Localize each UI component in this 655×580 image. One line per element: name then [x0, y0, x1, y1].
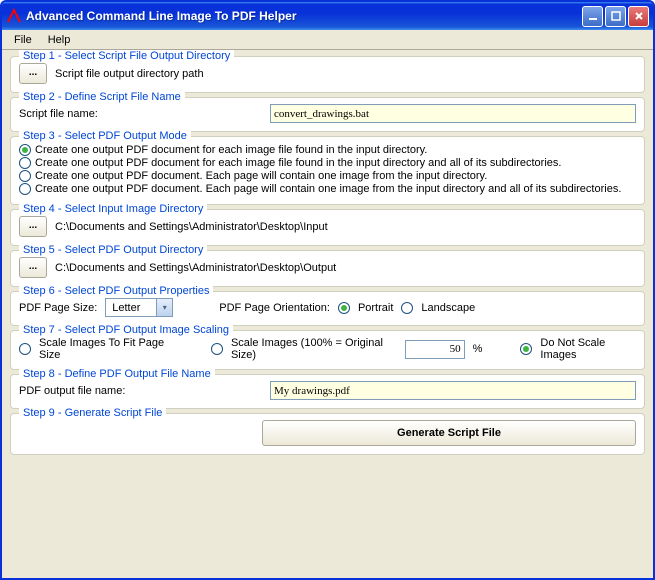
step5-group: Step 5 - Select PDF Output Directory ...…: [10, 250, 645, 287]
step2-title: Step 2 - Define Script File Name: [19, 91, 185, 103]
step1-browse-button[interactable]: ...: [19, 63, 47, 84]
app-icon: [6, 8, 22, 24]
scale-pct-radio[interactable]: [211, 343, 223, 355]
page-size-select[interactable]: Letter: [105, 298, 173, 317]
step9-group: Step 9 - Generate Script File Generate S…: [10, 413, 645, 455]
scale-none-label: Do Not Scale Images: [540, 337, 636, 361]
step2-group: Step 2 - Define Script File Name Script …: [10, 97, 645, 132]
content-area: Step 1 - Select Script File Output Direc…: [2, 50, 653, 578]
landscape-label: Landscape: [421, 302, 475, 314]
step9-title: Step 9 - Generate Script File: [19, 407, 166, 419]
window-controls: [582, 6, 649, 27]
step3-radio-3[interactable]: [19, 170, 31, 182]
step5-browse-button[interactable]: ...: [19, 257, 47, 278]
step2-label: Script file name:: [19, 108, 149, 120]
step1-group: Step 1 - Select Script File Output Direc…: [10, 56, 645, 93]
step7-group: Step 7 - Select PDF Output Image Scaling…: [10, 330, 645, 370]
step3-radio-4[interactable]: [19, 183, 31, 195]
step7-title: Step 7 - Select PDF Output Image Scaling: [19, 324, 233, 336]
chevron-down-icon: [156, 299, 172, 316]
menubar: File Help: [2, 30, 653, 50]
step4-path-label: C:\Documents and Settings\Administrator\…: [55, 221, 328, 233]
step6-group: Step 6 - Select PDF Output Properties PD…: [10, 291, 645, 326]
step3-opt2-label: Create one output PDF document for each …: [35, 157, 561, 169]
orientation-label: PDF Page Orientation:: [219, 302, 330, 314]
step8-label: PDF output file name:: [19, 385, 149, 397]
pct-suffix: %: [473, 343, 483, 355]
step3-opt3-label: Create one output PDF document. Each pag…: [35, 170, 487, 182]
menu-help[interactable]: Help: [40, 32, 79, 48]
scale-none-radio[interactable]: [520, 343, 532, 355]
step3-group: Step 3 - Select PDF Output Mode Create o…: [10, 136, 645, 205]
titlebar: Advanced Command Line Image To PDF Helpe…: [2, 2, 653, 30]
main-window: Advanced Command Line Image To PDF Helpe…: [0, 0, 655, 580]
step3-opt1-label: Create one output PDF document for each …: [35, 144, 427, 156]
page-size-label: PDF Page Size:: [19, 302, 97, 314]
close-button[interactable]: [628, 6, 649, 27]
script-file-name-input[interactable]: [270, 104, 636, 123]
scale-fit-radio[interactable]: [19, 343, 31, 355]
menu-file[interactable]: File: [6, 32, 40, 48]
maximize-button[interactable]: [605, 6, 626, 27]
landscape-radio[interactable]: [401, 302, 413, 314]
page-size-value: Letter: [106, 301, 156, 315]
step3-radio-1[interactable]: [19, 144, 31, 156]
step3-radio-2[interactable]: [19, 157, 31, 169]
scale-pct-label: Scale Images (100% = Original Size): [231, 337, 397, 361]
step8-title: Step 8 - Define PDF Output File Name: [19, 368, 215, 380]
step4-browse-button[interactable]: ...: [19, 216, 47, 237]
minimize-button[interactable]: [582, 6, 603, 27]
step6-title: Step 6 - Select PDF Output Properties: [19, 285, 213, 297]
step5-path-label: C:\Documents and Settings\Administrator\…: [55, 262, 336, 274]
pdf-output-file-name-input[interactable]: [270, 381, 636, 400]
generate-script-button[interactable]: Generate Script File: [262, 420, 636, 446]
window-title: Advanced Command Line Image To PDF Helpe…: [26, 9, 582, 23]
step1-title: Step 1 - Select Script File Output Direc…: [19, 50, 234, 62]
step1-path-label: Script file output directory path: [55, 68, 204, 80]
step4-group: Step 4 - Select Input Image Directory ..…: [10, 209, 645, 246]
step8-group: Step 8 - Define PDF Output File Name PDF…: [10, 374, 645, 409]
step5-title: Step 5 - Select PDF Output Directory: [19, 244, 207, 256]
step3-title: Step 3 - Select PDF Output Mode: [19, 130, 191, 142]
portrait-radio[interactable]: [338, 302, 350, 314]
step4-title: Step 4 - Select Input Image Directory: [19, 203, 207, 215]
portrait-label: Portrait: [358, 302, 393, 314]
scale-fit-label: Scale Images To Fit Page Size: [39, 337, 177, 361]
scale-pct-input[interactable]: [405, 340, 465, 359]
step3-opt4-label: Create one output PDF document. Each pag…: [35, 183, 621, 195]
